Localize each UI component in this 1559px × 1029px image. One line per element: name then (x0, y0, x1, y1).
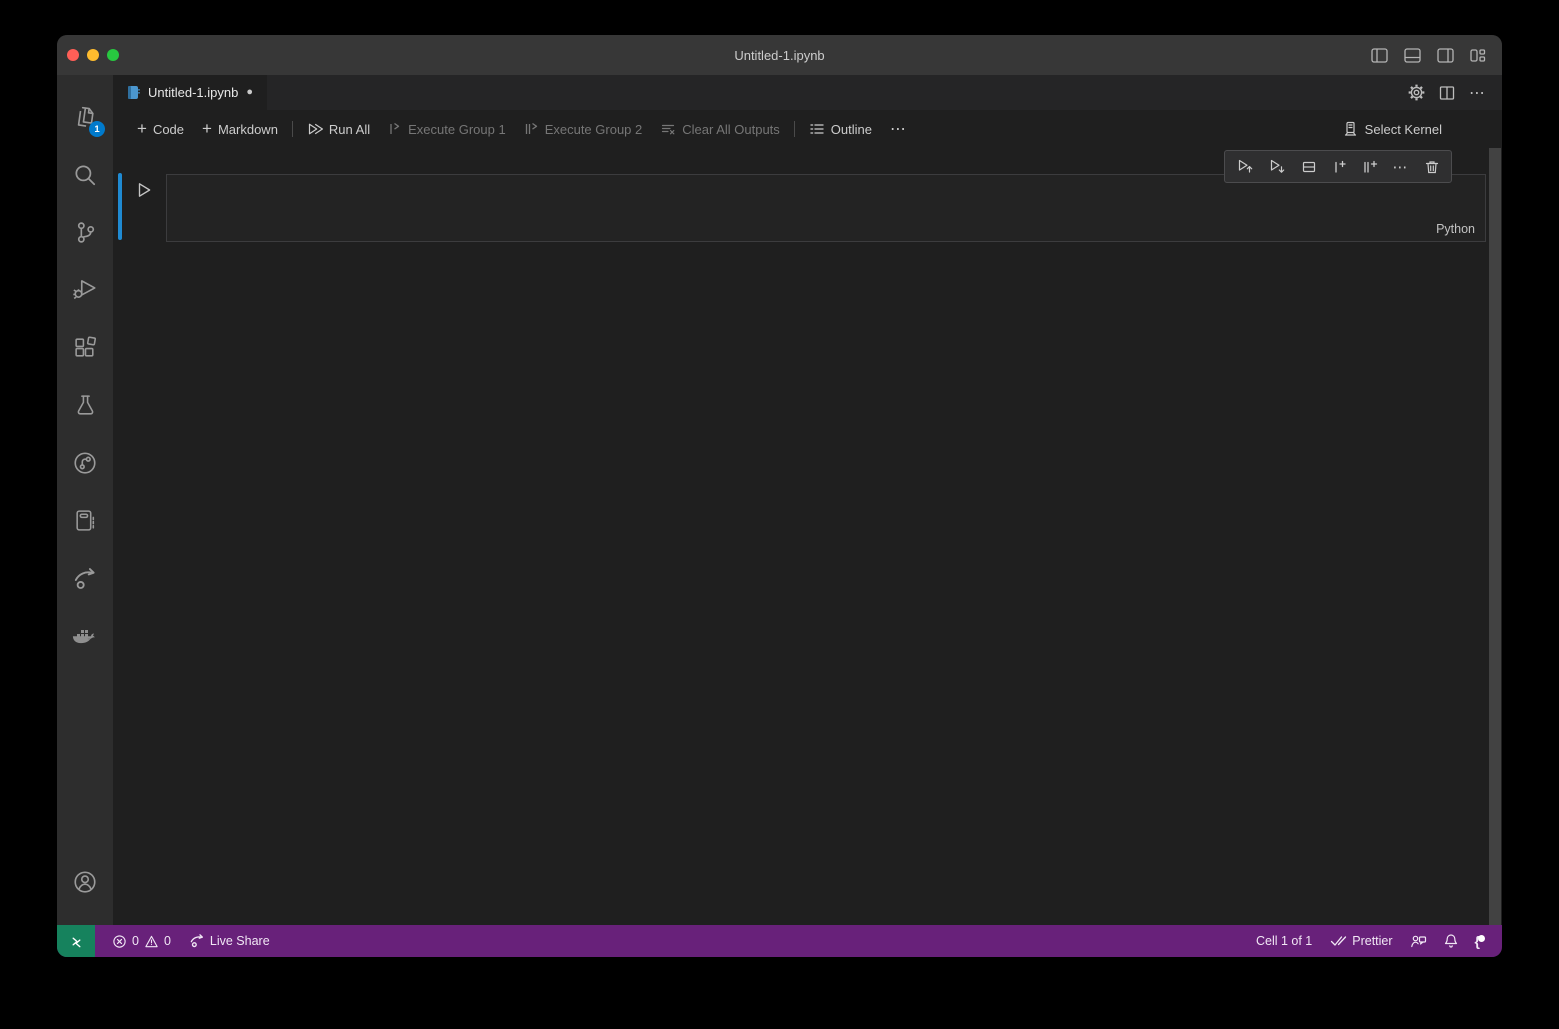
source-control-icon (73, 220, 98, 245)
search-icon (72, 162, 98, 188)
activity-bar-item-git-graph[interactable] (57, 439, 113, 487)
warnings-count: 0 (164, 934, 171, 948)
cell-position-indicator[interactable]: Cell 1 of 1 (1247, 934, 1321, 948)
live-share-icon (72, 566, 98, 592)
remote-indicator[interactable] (57, 925, 95, 957)
activity-bar-item-docker[interactable] (57, 613, 113, 661)
status-bar: 0 0 Live Share Cell 1 of 1 Prettier (57, 925, 1502, 957)
execute-group-1-button[interactable]: Execute Group 1 (379, 121, 515, 137)
delete-cell-icon[interactable] (1424, 159, 1440, 175)
feedback-button[interactable] (1402, 933, 1435, 949)
title-bar: Untitled-1.ipynb (57, 35, 1502, 75)
run-cell-button[interactable] (135, 181, 153, 199)
kernel-icon (1343, 121, 1358, 137)
execute-cell-and-below-icon[interactable] (1269, 158, 1286, 175)
remote-icon (69, 934, 84, 949)
live-share-status-icon (189, 933, 205, 949)
bell-icon (1443, 933, 1459, 949)
notebook-toolbar: + Code + Markdown Run All Execute Group … (113, 110, 1502, 148)
plus-icon: + (137, 120, 147, 137)
prettier-label: Prettier (1352, 934, 1392, 948)
outline-button[interactable]: Outline (800, 121, 881, 137)
code-cell-editor[interactable]: Python (166, 174, 1486, 242)
warnings-icon (144, 934, 159, 949)
clear-all-outputs-icon (660, 121, 676, 137)
run-all-button[interactable]: Run All (298, 121, 379, 137)
split-editor-icon[interactable] (1439, 85, 1455, 101)
activity-bar: 1 (57, 75, 113, 925)
execute-group-1-icon (388, 121, 402, 137)
bracket-dot (1478, 935, 1485, 942)
activity-bar-item-extensions[interactable] (57, 323, 113, 371)
select-kernel-button[interactable]: Select Kernel (1343, 121, 1442, 137)
live-share-status[interactable]: Live Share (180, 933, 279, 949)
explorer-badge: 1 (89, 121, 105, 137)
problems-indicator[interactable]: 0 0 (103, 934, 180, 949)
activity-bar-item-source-control[interactable] (57, 208, 113, 256)
notifications-button[interactable] (1435, 933, 1467, 949)
execute-group-2-button[interactable]: Execute Group 2 (515, 121, 652, 137)
add-code-cell-button[interactable]: + Code (128, 122, 193, 137)
more-cell-actions-icon[interactable]: ⋯ (1393, 158, 1409, 176)
feedback-icon (1410, 933, 1427, 949)
activity-bar-item-run-debug[interactable] (57, 265, 113, 313)
execute-group-2-icon (524, 121, 539, 137)
editor-tab-bar: Untitled-1.ipynb ● ⋯ (113, 75, 1502, 110)
vscode-window: Untitled-1.ipynb Untitled-1.ipynb ● (57, 35, 1502, 957)
account-icon (72, 869, 98, 895)
tab-untitled-1-ipynb[interactable]: Untitled-1.ipynb ● (113, 75, 267, 110)
notebook-editor: Python ⋯ (113, 148, 1502, 925)
more-toolbar-actions-icon[interactable]: ⋯ (881, 119, 916, 139)
notebook-file-icon (127, 85, 140, 100)
activity-bar-item-testing[interactable] (57, 381, 113, 429)
window-title: Untitled-1.ipynb (57, 48, 1502, 63)
toolbar-separator (794, 121, 795, 137)
activity-bar-item-accounts[interactable] (57, 858, 113, 906)
editor-actions: ⋯ (1408, 75, 1486, 110)
git-graph-icon (72, 450, 98, 476)
toggle-primary-sidebar-icon[interactable] (1369, 45, 1389, 65)
cell-focus-indicator (118, 173, 122, 240)
docker-icon (71, 625, 99, 649)
notebooks-icon (73, 508, 98, 533)
split-cell-icon[interactable] (1301, 159, 1317, 175)
add-to-execute-group-2-icon[interactable] (1362, 159, 1378, 175)
cell-language-picker[interactable]: Python (1436, 222, 1475, 236)
layout-controls (1369, 45, 1488, 65)
toolbar-separator (292, 121, 293, 137)
run-all-icon (307, 121, 323, 137)
more-editor-actions-icon[interactable]: ⋯ (1469, 83, 1486, 103)
toggle-secondary-sidebar-icon[interactable] (1435, 45, 1455, 65)
prettier-status[interactable]: Prettier (1321, 934, 1401, 948)
cell-toolbar: ⋯ (1224, 150, 1452, 183)
testing-beaker-icon (73, 393, 98, 418)
activity-bar-item-explorer[interactable]: 1 (57, 93, 113, 141)
console-ninja-button[interactable]: { (1467, 933, 1488, 949)
tab-label: Untitled-1.ipynb (148, 85, 238, 100)
outline-list-icon (809, 121, 825, 137)
activity-bar-item-live-share[interactable] (57, 555, 113, 603)
double-check-icon (1330, 934, 1347, 948)
unsaved-changes-dot[interactable]: ● (246, 87, 253, 98)
run-and-debug-icon (72, 276, 98, 302)
errors-icon (112, 934, 127, 949)
customize-layout-icon[interactable] (1468, 45, 1488, 65)
execute-above-cells-icon[interactable] (1237, 158, 1254, 175)
editor-scrollbar[interactable] (1489, 148, 1501, 925)
live-share-label: Live Share (210, 934, 270, 948)
errors-count: 0 (132, 934, 139, 948)
add-markdown-cell-button[interactable]: + Markdown (193, 122, 287, 137)
status-bar-right: Cell 1 of 1 Prettier { (1247, 933, 1502, 949)
extensions-icon (73, 335, 98, 360)
activity-bar-item-search[interactable] (57, 151, 113, 199)
add-to-execute-group-1-icon[interactable] (1332, 159, 1347, 175)
toggle-panel-icon[interactable] (1402, 45, 1422, 65)
clear-all-outputs-button[interactable]: Clear All Outputs (651, 121, 789, 137)
notebook-settings-gear-icon[interactable] (1408, 84, 1425, 101)
activity-bar-item-notebooks[interactable] (57, 496, 113, 544)
plus-icon: + (202, 120, 212, 137)
